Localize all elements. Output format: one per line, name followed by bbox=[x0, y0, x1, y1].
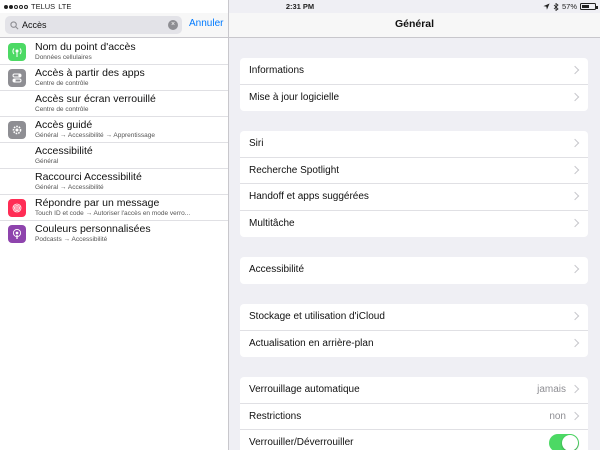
settings-row-informations[interactable]: Informations bbox=[240, 58, 588, 85]
row-label: Informations bbox=[249, 65, 305, 76]
hotspot-icon bbox=[8, 43, 26, 61]
toggle-knob bbox=[562, 435, 578, 450]
result-title: Accès sur écran verrouillé bbox=[35, 93, 156, 105]
result-path: Général → Accessibilité → Apprentissage bbox=[35, 132, 155, 139]
location-arrow-icon bbox=[543, 3, 550, 10]
search-field[interactable]: × bbox=[5, 16, 182, 34]
battery-icon bbox=[580, 3, 598, 10]
result-path: Centre de contrôle bbox=[35, 106, 89, 113]
row-value: jamais bbox=[537, 384, 566, 395]
settings-row-siri[interactable]: Siri bbox=[240, 131, 588, 158]
row-label: Verrouiller/Déverrouiller bbox=[249, 437, 354, 448]
settings-group-features: Siri Recherche Spotlight Handoff et apps… bbox=[240, 131, 588, 237]
search-icon bbox=[10, 20, 19, 29]
result-path: Centre de contrôle bbox=[35, 80, 89, 87]
row-label: Accessibilité bbox=[249, 264, 305, 275]
result-path: Général bbox=[35, 158, 59, 165]
podcasts-icon bbox=[8, 225, 26, 243]
bluetooth-icon bbox=[553, 2, 559, 11]
settings-row-handoff[interactable]: Handoff et apps suggérées bbox=[240, 184, 588, 211]
chevron-right-icon bbox=[570, 218, 580, 227]
search-result-item[interactable]: Répondre par un message Touch ID et code… bbox=[0, 195, 228, 221]
row-label: Verrouillage automatique bbox=[249, 384, 360, 395]
chevron-right-icon bbox=[570, 411, 580, 420]
settings-group-accessibility: Accessibilité bbox=[240, 257, 588, 284]
search-result-item[interactable]: Couleurs personnalisées Podcasts → Acces… bbox=[0, 221, 228, 247]
row-label: Restrictions bbox=[249, 410, 302, 422]
chevron-right-icon bbox=[570, 311, 580, 321]
settings-row-lock-unlock: Verrouiller/Déverrouiller bbox=[240, 430, 588, 450]
settings-row-software-update[interactable]: Mise à jour logicielle bbox=[240, 85, 588, 112]
settings-group-about: Informations Mise à jour logicielle bbox=[240, 58, 588, 111]
chevron-right-icon bbox=[570, 191, 580, 201]
settings-group-lock: Verrouillage automatique jamais Restrict… bbox=[240, 377, 588, 450]
search-result-item[interactable]: Nom du point d'accès Données cellulaires bbox=[0, 39, 228, 65]
fingerprint-icon bbox=[8, 199, 26, 217]
battery-percentage: 57% bbox=[561, 2, 577, 11]
chevron-right-icon bbox=[570, 264, 580, 274]
result-title: Répondre par un message bbox=[35, 197, 160, 209]
control-center-icon bbox=[8, 69, 26, 87]
search-results-list: Nom du point d'accès Données cellulaires… bbox=[0, 39, 228, 247]
settings-row-icloud-storage[interactable]: Stockage et utilisation d'iCloud bbox=[240, 304, 588, 331]
search-result-item[interactable]: Accessibilité Général bbox=[0, 143, 228, 169]
row-label: Siri bbox=[249, 138, 264, 149]
chevron-right-icon bbox=[570, 165, 580, 174]
chevron-right-icon bbox=[570, 65, 580, 75]
row-label: Handoff et apps suggérées bbox=[249, 191, 369, 202]
search-result-item[interactable]: Accès à partir des apps Centre de contrô… bbox=[0, 65, 228, 91]
row-label: Multitâche bbox=[249, 217, 295, 229]
search-result-item[interactable]: Accès sur écran verrouillé Centre de con… bbox=[0, 91, 228, 117]
page-title: Général bbox=[394, 18, 435, 30]
row-label: Mise à jour logicielle bbox=[249, 91, 340, 103]
search-bar: × Annuler bbox=[0, 13, 228, 38]
status-right: 57% bbox=[543, 2, 598, 11]
result-path: Podcasts → Accessibilité bbox=[35, 236, 108, 243]
settings-row-accessibility[interactable]: Accessibilité bbox=[240, 257, 588, 284]
chevron-right-icon bbox=[570, 338, 580, 347]
lock-unlock-toggle[interactable] bbox=[549, 434, 579, 450]
settings-row-restrictions[interactable]: Restrictions non bbox=[240, 404, 588, 430]
row-label: Actualisation en arrière-plan bbox=[249, 337, 374, 349]
result-title: Accès à partir des apps bbox=[35, 67, 145, 79]
result-title: Accessibilité bbox=[35, 145, 93, 157]
search-result-item[interactable]: Accès guidé Général → Accessibilité → Ap… bbox=[0, 117, 228, 143]
settings-row-background-refresh[interactable]: Actualisation en arrière-plan bbox=[240, 331, 588, 358]
settings-row-spotlight[interactable]: Recherche Spotlight bbox=[240, 158, 588, 184]
row-label: Stockage et utilisation d'iCloud bbox=[249, 311, 385, 322]
chevron-right-icon bbox=[570, 384, 580, 394]
navigation-bar: Général bbox=[229, 13, 600, 38]
settings-group-storage: Stockage et utilisation d'iCloud Actuali… bbox=[240, 304, 588, 357]
search-input[interactable] bbox=[22, 20, 162, 30]
result-title: Accès guidé bbox=[35, 119, 93, 131]
result-title: Nom du point d'accès bbox=[35, 41, 136, 53]
chevron-right-icon bbox=[570, 138, 580, 148]
clock: 2:31 PM bbox=[285, 2, 315, 11]
search-result-item[interactable]: Raccourci Accessibilité Général → Access… bbox=[0, 169, 228, 195]
chevron-right-icon bbox=[570, 92, 580, 101]
result-path: Données cellulaires bbox=[35, 54, 92, 61]
result-path: Touch ID et code → Autoriser l'accès en … bbox=[35, 210, 191, 217]
row-label: Recherche Spotlight bbox=[249, 164, 340, 176]
row-value: non bbox=[549, 410, 566, 422]
gear-icon bbox=[8, 121, 26, 139]
clear-search-icon[interactable]: × bbox=[168, 20, 178, 30]
search-results-panel: × Annuler Nom du point d'accès Données c… bbox=[0, 0, 229, 450]
settings-row-auto-lock[interactable]: Verrouillage automatique jamais bbox=[240, 377, 588, 404]
result-title: Raccourci Accessibilité bbox=[35, 171, 142, 183]
status-bar: TELUS LTE 2:31 PM 57% bbox=[0, 0, 600, 13]
settings-row-multitasking[interactable]: Multitâche bbox=[240, 211, 588, 238]
result-title: Couleurs personnalisées bbox=[35, 223, 151, 235]
cancel-button[interactable]: Annuler bbox=[189, 18, 223, 29]
result-path: Général → Accessibilité bbox=[35, 184, 104, 191]
